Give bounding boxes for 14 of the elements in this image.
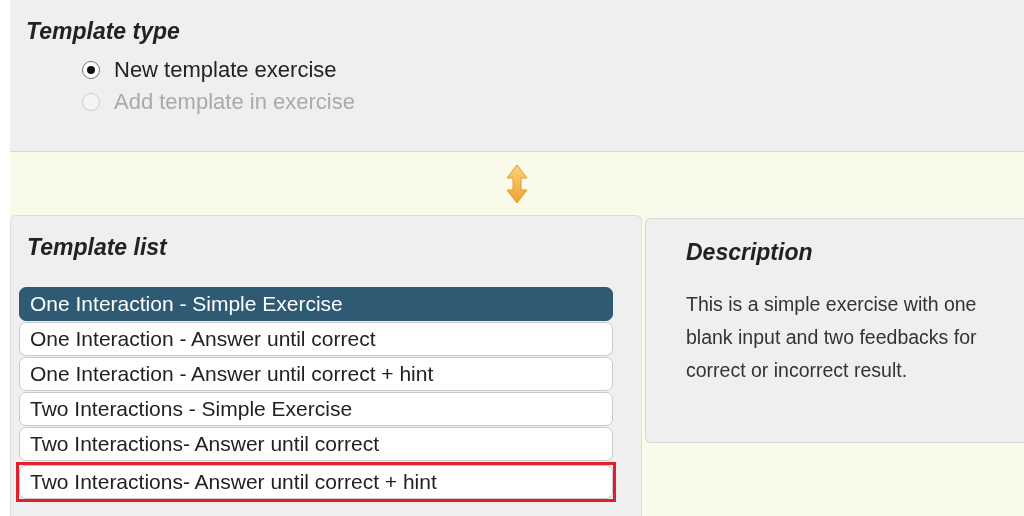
radio-button[interactable] (82, 61, 100, 79)
template-list-item[interactable]: Two Interactions- Answer until correct (19, 427, 613, 461)
template-list-item[interactable]: One Interaction - Answer until correct (19, 322, 613, 356)
radio-label[interactable]: New template exercise (114, 57, 337, 83)
section-heading: Description (686, 239, 814, 266)
template-list-item[interactable]: One Interaction - Simple Exercise (19, 287, 613, 321)
section-heading: Template type (26, 18, 181, 45)
template-list-item[interactable]: One Interaction - Answer until correct + hint (19, 357, 613, 391)
template-list-item[interactable]: Two Interactions- Answer until correct + hint (19, 465, 613, 499)
resize-handle-icon[interactable] (506, 163, 528, 204)
section-heading: Template list (27, 234, 169, 261)
radio-label: Add template in exercise (114, 89, 355, 115)
template-list-item[interactable]: Two Interactions - Simple Exercise (19, 392, 613, 426)
description-text: This is a simple exercise with one blank input and two feedbacks for correct or incorrect result. (686, 292, 978, 383)
